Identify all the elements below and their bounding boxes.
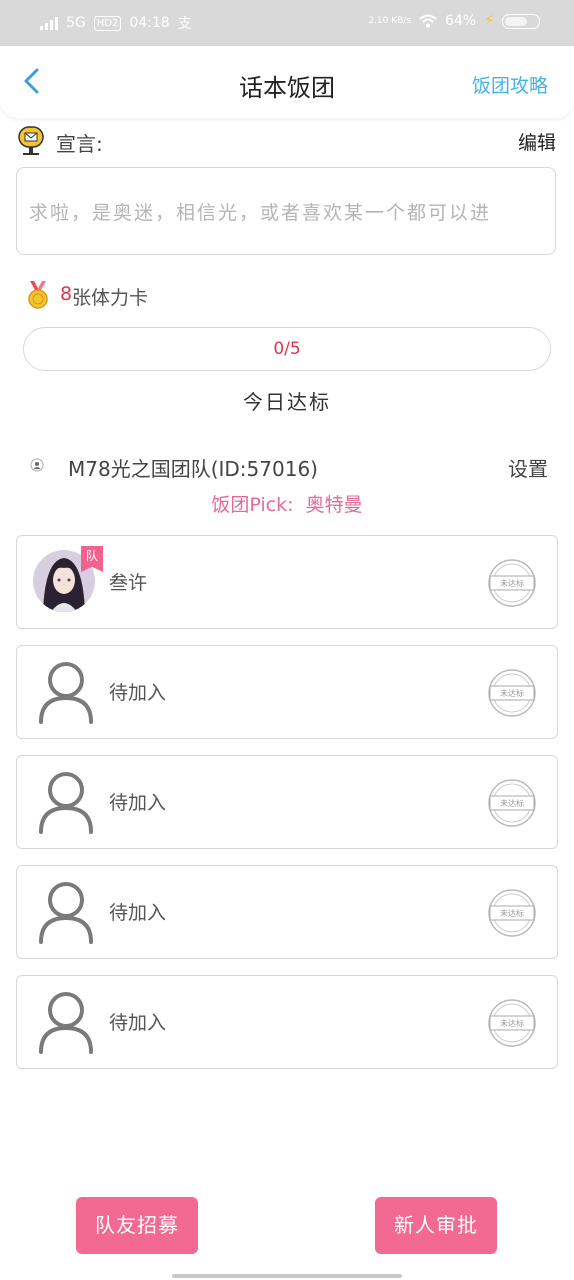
member-card-empty[interactable]: 待加入 未达标 [16, 975, 558, 1069]
member-card[interactable]: 队 叁许 未达标 [16, 535, 558, 629]
alipay-icon: 支 [177, 16, 192, 32]
stamp-text: 未达标 [500, 578, 524, 588]
progress-text: 0/5 [273, 339, 301, 359]
declaration-label: 宣言: [56, 132, 103, 156]
settings-button[interactable]: 设置 [508, 453, 548, 482]
hd-icon: HD2 [93, 15, 122, 31]
stamp-text: 未达标 [500, 688, 524, 698]
network-type: 5G [66, 15, 86, 31]
not-qualified-stamp-icon: 未达标 [488, 669, 536, 717]
not-qualified-stamp-icon: 未达标 [488, 999, 536, 1047]
member-name: 待加入 [109, 1012, 167, 1034]
signal-icon [40, 16, 58, 30]
user-placeholder-icon [39, 772, 93, 834]
stamp-text: 未达标 [500, 908, 524, 918]
battery-icon [502, 13, 540, 29]
member-name: 待加入 [109, 902, 167, 924]
declaration-text: 求啦，是奥迷，相信光，或者喜欢某一个都可以进 [29, 202, 492, 224]
guide-link[interactable]: 饭团攻略 [472, 71, 548, 98]
not-qualified-stamp-icon: 未达标 [488, 559, 536, 607]
member-card-empty[interactable]: 待加入 未达标 [16, 645, 558, 739]
net-speed: 2.10 KB/s [368, 16, 412, 26]
team-icon [30, 458, 44, 472]
pick-label: 饭团Pick: [211, 494, 294, 516]
avatar: 队 [33, 546, 103, 612]
edit-button[interactable]: 编辑 [518, 128, 556, 155]
battery-percent: 64% [445, 13, 477, 29]
clock: 04:18 [129, 15, 170, 31]
progress-caption: 今日达标 [243, 390, 331, 414]
daily-progress-bar: 0/5 [23, 327, 551, 371]
wifi-icon [419, 14, 437, 28]
member-name: 叁许 [109, 572, 148, 594]
user-placeholder-icon [39, 992, 93, 1054]
user-placeholder-icon [39, 882, 93, 944]
nav-bar: 话本饭团 饭团攻略 [0, 46, 574, 118]
not-qualified-stamp-icon: 未达标 [488, 889, 536, 937]
stamp-text: 未达标 [500, 798, 524, 808]
stamina-count: 8 [60, 283, 73, 305]
declaration-box[interactable]: 求啦，是奥迷，相信光，或者喜欢某一个都可以进 [16, 167, 556, 255]
pick-value: 奥特曼 [305, 494, 363, 516]
stamp-text: 未达标 [500, 1018, 524, 1028]
user-placeholder-icon [39, 662, 93, 724]
mailbox-icon [18, 126, 44, 155]
team-name: M78光之国团队(ID:57016) [68, 457, 318, 481]
home-indicator[interactable] [172, 1274, 402, 1278]
stamina-label: 张体力卡 [72, 287, 149, 309]
medal-icon [28, 281, 48, 309]
member-card-empty[interactable]: 待加入 未达标 [16, 865, 558, 959]
member-card-empty[interactable]: 待加入 未达标 [16, 755, 558, 849]
member-name: 待加入 [109, 682, 167, 704]
review-button[interactable]: 新人审批 [375, 1197, 497, 1254]
team-header: M78光之国团队(ID:57016) 设置 [26, 452, 548, 482]
team-pick: 饭团Pick: 奥特曼 [0, 490, 574, 517]
member-name: 待加入 [109, 792, 167, 814]
status-bar: 5G HD2 04:18 支 2.10 KB/s 64% ⚡ [0, 0, 574, 46]
declaration-header: 宣言: 编辑 [18, 126, 558, 158]
recruit-button[interactable]: 队友招募 [76, 1197, 198, 1254]
charging-icon: ⚡ [484, 13, 494, 29]
not-qualified-stamp-icon: 未达标 [488, 779, 536, 827]
